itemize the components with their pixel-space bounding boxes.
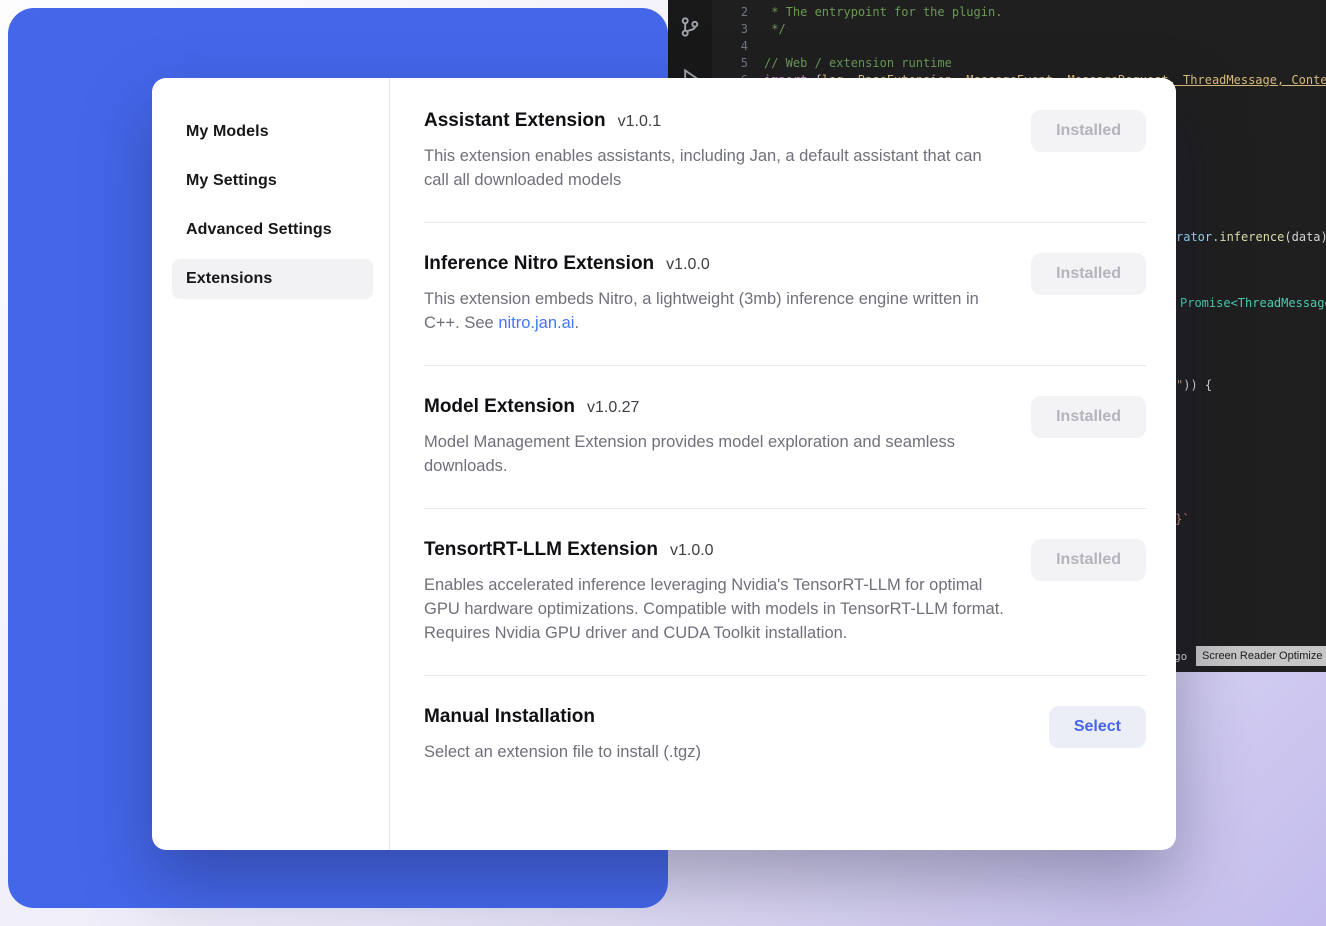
manual-installation-title: Manual Installation <box>424 706 595 728</box>
code-lines: 2 * The entrypoint for the plugin. 3 */ … <box>712 4 1326 89</box>
sidebar-item-my-settings[interactable]: My Settings <box>172 161 373 201</box>
code-fragment: rator.inference(data)); <box>1176 230 1326 244</box>
extension-description: This extension embeds Nitro, a lightweig… <box>424 287 1009 335</box>
extension-row-tensorrt-llm: TensortRT-LLM Extension v1.0.0 Enables a… <box>424 509 1146 676</box>
extension-name: Model Extension <box>424 396 575 418</box>
extension-description: Enables accelerated inference leveraging… <box>424 573 1009 645</box>
extension-version: v1.0.1 <box>618 113 662 131</box>
settings-modal: My Models My Settings Advanced Settings … <box>152 78 1176 850</box>
manual-installation-row: Manual Installation Select an extension … <box>424 676 1146 794</box>
installed-button[interactable]: Installed <box>1031 110 1146 152</box>
line-number: 2 <box>712 4 748 21</box>
installed-button[interactable]: Installed <box>1031 396 1146 438</box>
sidebar-item-extensions[interactable]: Extensions <box>172 259 373 299</box>
extension-name: TensortRT-LLM Extension <box>424 539 658 561</box>
code-text: */ <box>764 21 786 38</box>
installed-button[interactable]: Installed <box>1031 539 1146 581</box>
manual-installation-description: Select an extension file to install (.tg… <box>424 740 701 764</box>
extension-description: This extension enables assistants, inclu… <box>424 144 1009 192</box>
code-fragment: Promise<ThreadMessage> <box>1180 296 1326 310</box>
code-text: // Web / extension runtime <box>764 55 952 72</box>
extension-name: Assistant Extension <box>424 110 606 132</box>
extension-row-assistant: Assistant Extension v1.0.1 This extensio… <box>424 80 1146 223</box>
line-number: 5 <box>712 55 748 72</box>
code-text: * The entrypoint for the plugin. <box>764 4 1002 21</box>
sidebar-item-advanced-settings[interactable]: Advanced Settings <box>172 210 373 250</box>
installed-button[interactable]: Installed <box>1031 253 1146 295</box>
extensions-list: Assistant Extension v1.0.1 This extensio… <box>390 78 1176 850</box>
extension-description: Model Management Extension provides mode… <box>424 430 1009 478</box>
nitro-jan-ai-link[interactable]: nitro.jan.ai <box>498 314 574 332</box>
line-number: 4 <box>712 38 748 55</box>
code-line: 4 <box>712 38 1326 55</box>
settings-sidebar: My Models My Settings Advanced Settings … <box>152 78 390 850</box>
extension-version: v1.0.27 <box>587 399 639 417</box>
code-line: 2 * The entrypoint for the plugin. <box>712 4 1326 21</box>
screen-reader-notice: Screen Reader Optimize <box>1196 646 1326 666</box>
extension-row-inference-nitro: Inference Nitro Extension v1.0.0 This ex… <box>424 223 1146 366</box>
code-line: 5 // Web / extension runtime <box>712 55 1326 72</box>
code-line: 3 */ <box>712 21 1326 38</box>
select-file-button[interactable]: Select <box>1049 706 1146 748</box>
source-control-icon[interactable] <box>679 16 701 43</box>
code-fragment: ")) { <box>1176 378 1212 392</box>
extension-row-model: Model Extension v1.0.27 Model Management… <box>424 366 1146 509</box>
extension-name: Inference Nitro Extension <box>424 253 654 275</box>
extension-version: v1.0.0 <box>670 542 714 560</box>
line-number: 3 <box>712 21 748 38</box>
sidebar-item-my-models[interactable]: My Models <box>172 112 373 152</box>
extension-version: v1.0.0 <box>666 256 710 274</box>
app-window: 2 * The entrypoint for the plugin. 3 */ … <box>0 0 1326 926</box>
